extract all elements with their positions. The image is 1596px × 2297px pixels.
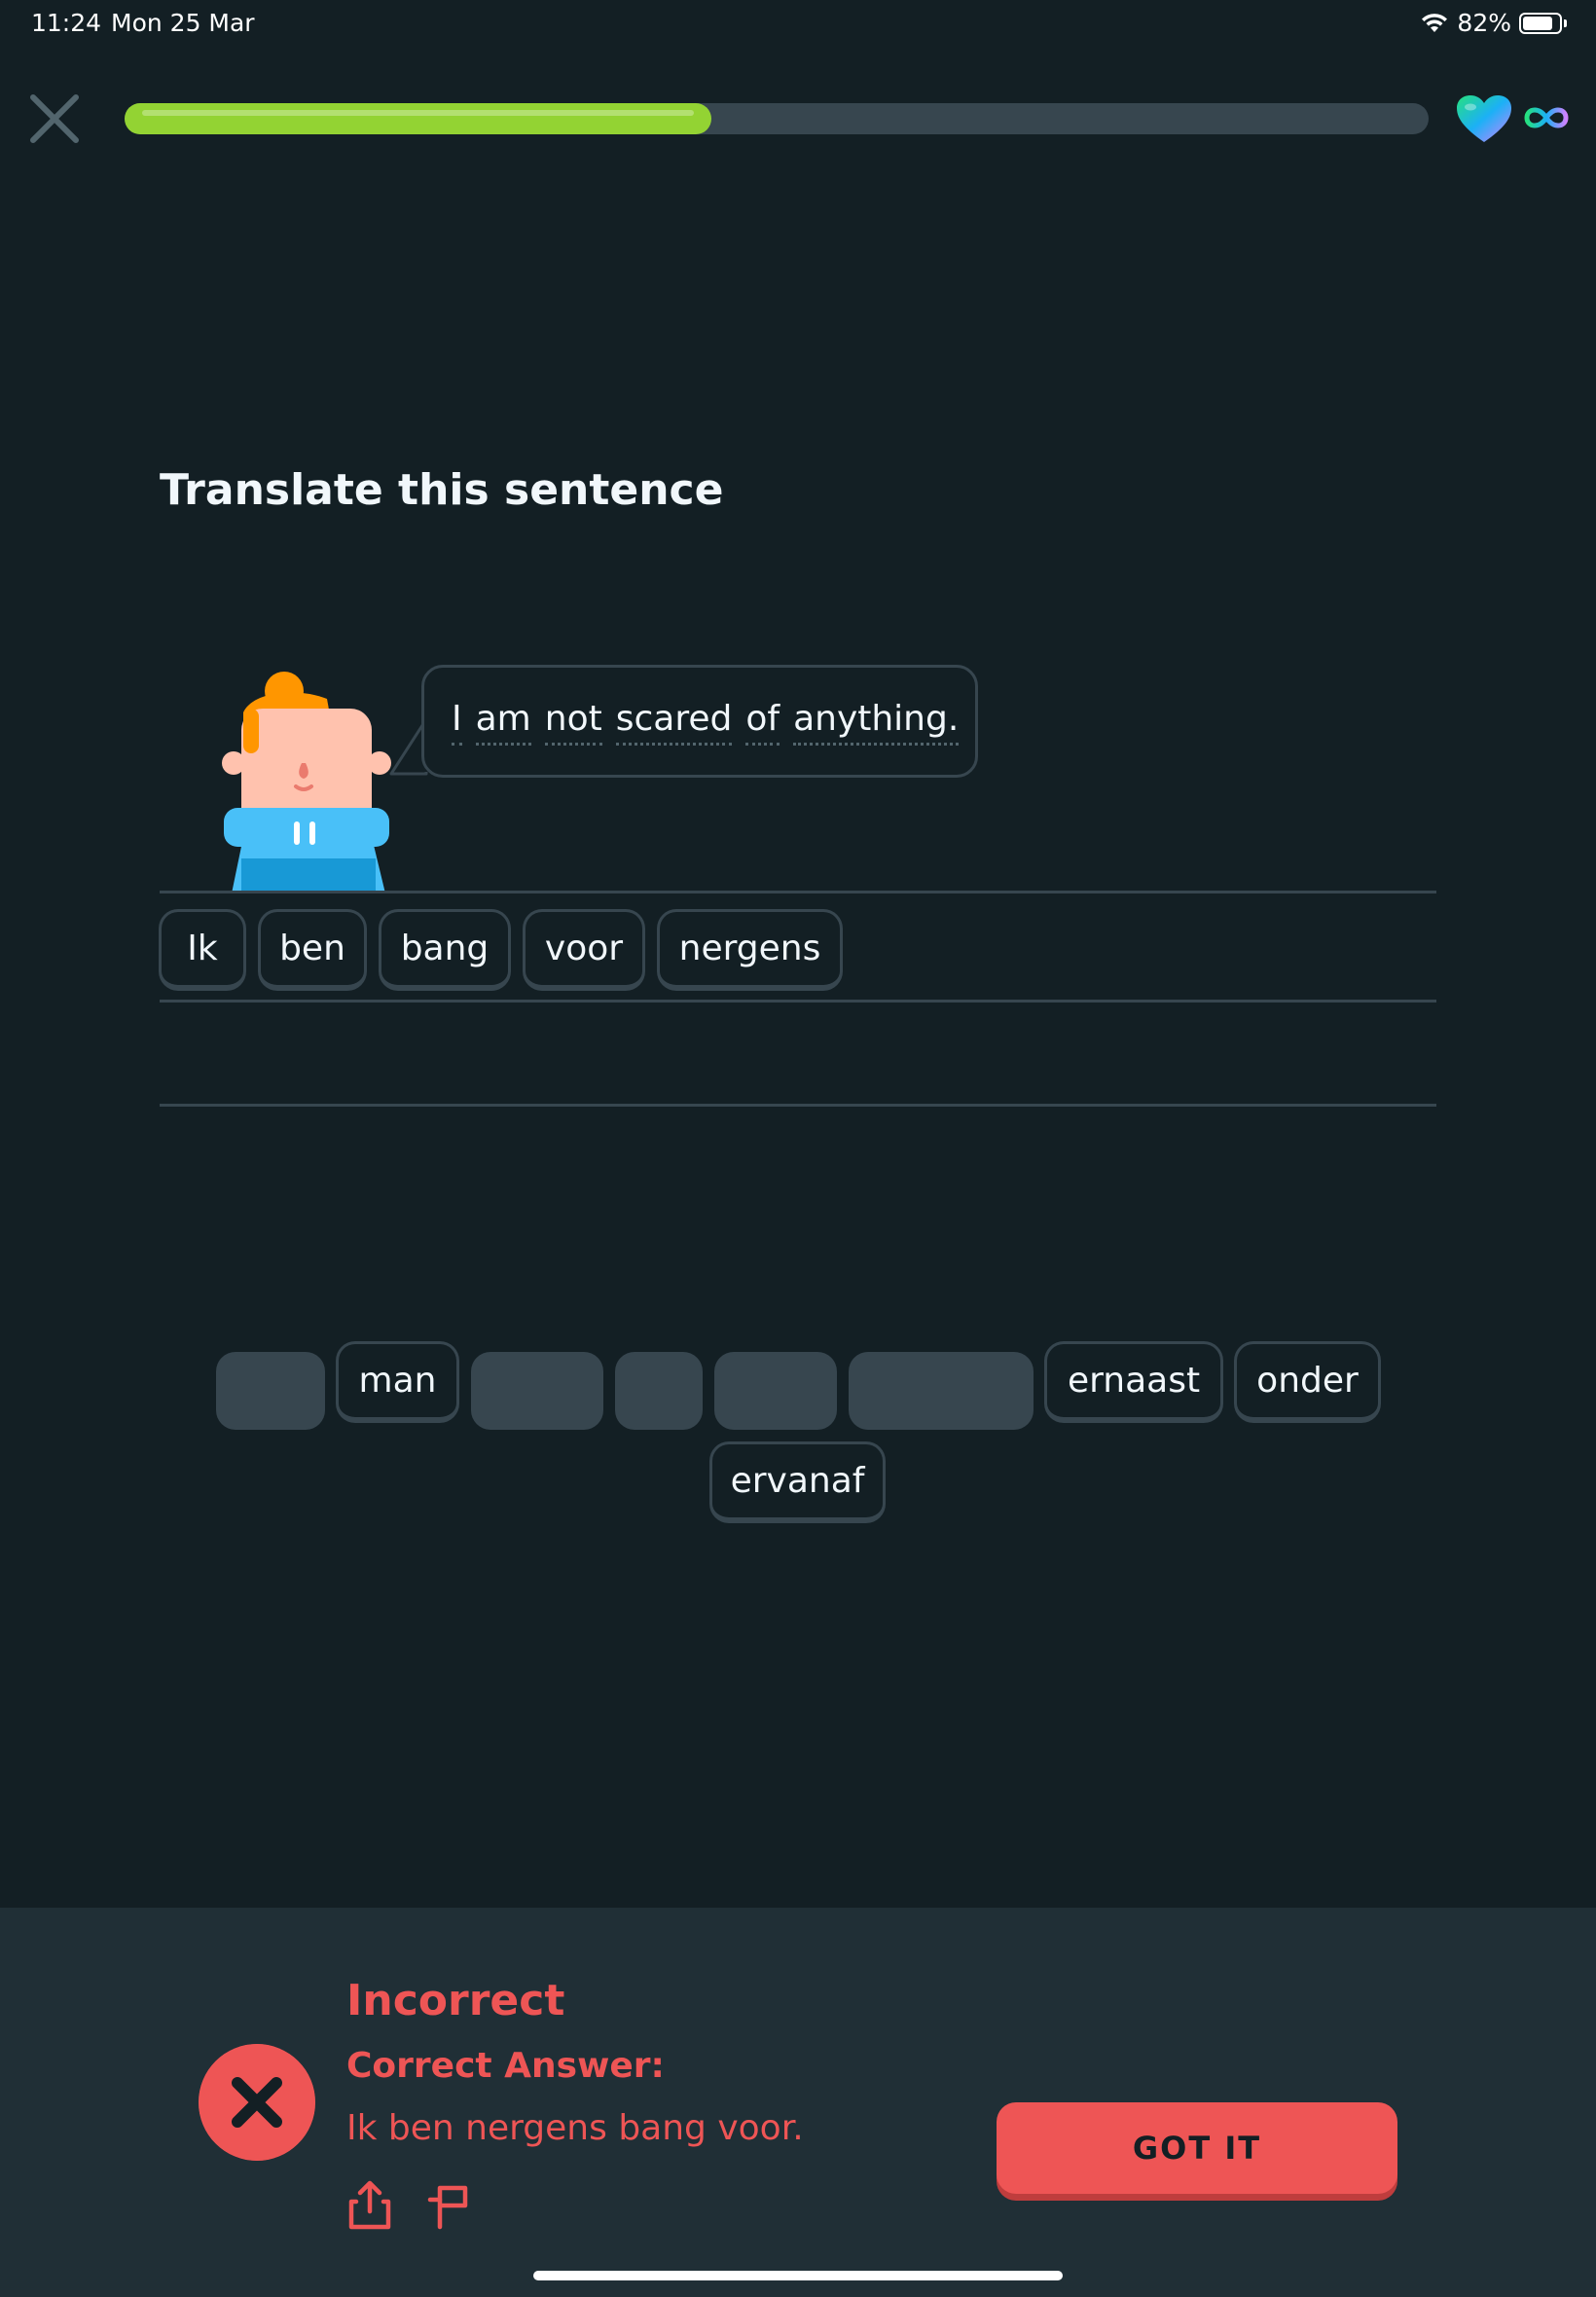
answer-line-2: [160, 1000, 1436, 1003]
battery-level: [1523, 16, 1552, 30]
battery-nub: [1564, 18, 1567, 27]
speech-bubble: Iam not scared of anything.: [421, 665, 978, 778]
correct-answer: Ik ben nergens bang voor.: [346, 2108, 804, 2148]
home-indicator[interactable]: [533, 2271, 1063, 2280]
answer-line-1: [160, 891, 1436, 893]
sentence-word[interactable]: not: [544, 699, 602, 746]
battery-percent: 82%: [1457, 9, 1511, 37]
incorrect-icon: [199, 2044, 315, 2161]
character-avatar: [222, 672, 391, 893]
battery-icon: [1519, 12, 1562, 34]
progress-fill: [125, 103, 711, 134]
answer-tile[interactable]: ben: [258, 909, 367, 991]
sentence: Iam not scared of anything.: [452, 699, 960, 746]
progress-shine: [142, 110, 694, 116]
infinity-icon: [1524, 107, 1569, 128]
heart-icon[interactable]: [1455, 93, 1513, 144]
word-bank-slot-used: [615, 1352, 703, 1430]
wifi-icon: [1422, 13, 1448, 32]
report-flag-icon[interactable]: [426, 2180, 473, 2231]
status-time: 11:24: [31, 9, 102, 37]
page-title: Translate this sentence: [160, 465, 724, 515]
share-icon[interactable]: [346, 2180, 393, 2231]
status-date: Mon 25 Mar: [111, 9, 255, 37]
sentence-word[interactable]: I: [452, 699, 462, 746]
progress-bar: [125, 103, 1429, 134]
got-it-button[interactable]: GOT IT: [997, 2102, 1397, 2194]
word-bank-tile[interactable]: man: [336, 1341, 459, 1423]
feedback-title: Incorrect: [346, 1976, 565, 2025]
word-bank-tile[interactable]: onder: [1234, 1341, 1381, 1423]
answer-tile[interactable]: Ik: [159, 909, 246, 991]
sentence-word[interactable]: scared: [615, 699, 733, 746]
word-bank-tile[interactable]: ernaast: [1044, 1341, 1223, 1423]
answer-tile[interactable]: voor: [523, 909, 645, 991]
word-bank-slot-used: [849, 1352, 1034, 1430]
status-indicators: 82%: [1420, 9, 1567, 37]
answer-tile[interactable]: bang: [379, 909, 511, 991]
answer-line-3: [160, 1104, 1436, 1107]
feedback-subtitle: Correct Answer:: [346, 2046, 665, 2086]
word-bank-slot-used: [471, 1352, 603, 1430]
status-bar: 11:24 Mon 25 Mar 82%: [0, 0, 1596, 47]
sentence-word[interactable]: anything.: [793, 699, 960, 746]
sentence-word[interactable]: of: [745, 699, 780, 746]
answer-tile[interactable]: nergens: [657, 909, 843, 991]
close-icon[interactable]: [27, 91, 82, 146]
word-bank-slot-used: [714, 1352, 837, 1430]
word-bank-tile[interactable]: ervanaf: [709, 1441, 886, 1523]
sentence-word[interactable]: am: [475, 699, 531, 746]
word-bank-slot-used: [216, 1352, 325, 1430]
